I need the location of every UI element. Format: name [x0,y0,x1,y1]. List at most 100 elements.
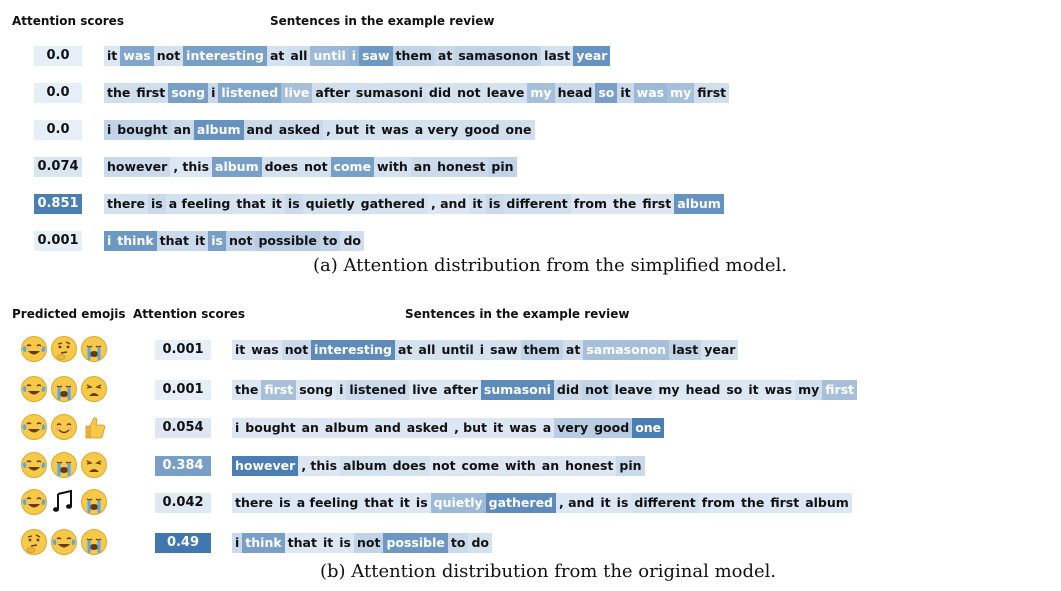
word-token: it [469,194,486,214]
panel-a-caption: (a) Attention distribution from the simp… [313,255,788,276]
word-token: an [410,157,435,177]
word-token: not [429,456,459,476]
word-token: that [284,533,320,553]
word-token: it [490,418,507,438]
sentence-row: it was not interesting at all until i saw them at s… [232,340,739,360]
word-token: not [301,157,331,177]
word-token: i [232,533,243,553]
word-token: until [310,46,349,66]
word-token: the [232,380,262,400]
attention-score: 0.0 [34,46,82,66]
word-token: is [148,194,166,214]
word-token: to [447,533,469,553]
sentence-row: the first song i listened live after sumasoni di… [104,83,730,103]
attention-score: 0.001 [34,231,82,251]
word-token: did [425,83,455,103]
word-token: leave [483,83,528,103]
loudly-crying-face-icon [80,335,108,363]
word-token: at [434,46,456,66]
word-token: one [632,418,665,438]
face-with-tears-of-joy-icon [20,335,48,363]
face-with-tears-of-joy-icon [20,413,48,441]
word-token: i [104,231,115,251]
word-token: it [268,194,285,214]
word-token: was [120,46,154,66]
word-token: think [242,533,285,553]
word-token: that [361,493,397,513]
word-token: it [597,493,614,513]
word-token: is [412,493,431,513]
word-token: and [243,120,276,140]
word-token: , but [323,120,363,140]
word-token: album [802,493,852,513]
panel-b-scores-header: Attention scores [133,307,245,321]
word-token: not [353,533,384,553]
word-token: bought [242,418,299,438]
panel-b-emojis-header: Predicted emojis [12,307,126,321]
predicted-emojis [20,335,108,365]
word-token: was [633,83,668,103]
loudly-crying-face-icon [80,488,108,516]
word-token: first [261,380,297,400]
face-with-tears-of-joy-icon [20,375,48,403]
word-token: with [502,456,539,476]
word-token: my [527,83,555,103]
word-token: was [506,418,540,438]
word-token: i [348,46,360,66]
word-token: one [502,120,535,140]
word-token: a feeling [293,493,362,513]
word-token: the [104,83,134,103]
word-token: at [395,340,416,360]
word-token: is [613,493,632,513]
word-token: however [232,456,299,476]
attention-score: 0.054 [155,418,211,438]
predicted-emojis [20,488,108,518]
weary-face-icon [80,451,108,479]
word-token: year [701,340,739,360]
word-token: interesting [311,340,395,360]
word-token: a very [411,120,462,140]
word-token: leave [611,380,656,400]
attention-score: 0.001 [155,340,211,360]
word-token: listened [218,83,282,103]
word-token: bought [114,120,171,140]
word-token: that [156,231,192,251]
attention-score: 0.074 [34,157,82,177]
sentence-row: however, this album does not come with an hones… [104,157,517,177]
word-token: song [296,380,337,400]
predicted-emojis [20,375,108,405]
musical-notes-icon [50,488,78,516]
sentence-row: i think that it is not possible to do [232,533,492,553]
word-token: different [631,493,699,513]
word-token: samasonon [455,46,542,66]
word-token: there [104,194,148,214]
smiling-face-icon [50,413,78,441]
word-token: it [319,533,337,553]
word-token: so [723,380,746,400]
word-token: an [298,418,322,438]
word-token: asked [403,418,452,438]
word-token: i [336,380,347,400]
word-token: them [520,340,563,360]
attention-score: 0.0 [34,83,82,103]
word-token: not [454,83,484,103]
word-token: sumasoni [352,83,426,103]
face-with-tears-of-joy-icon [50,528,78,556]
sentence-row: there is a feeling that it is quietly gathered,… [232,493,852,513]
word-token: my [667,83,695,103]
word-token: , and [556,493,598,513]
thinking-face-icon [20,528,48,556]
face-with-tears-of-joy-icon [20,488,48,516]
word-token: album [321,418,372,438]
word-token: not [582,380,612,400]
word-token: it [396,493,413,513]
attention-score: 0.851 [34,194,82,214]
word-token: , but [451,418,491,438]
word-token: was [761,380,796,400]
word-token: was [248,340,282,360]
word-token: quietly [302,194,358,214]
panel-b-sentences-header: Sentences in the example review [405,307,630,321]
word-token: , and [428,194,470,214]
sentence-row: i bought an album and asked, but it was a very go… [104,120,535,140]
word-token: i [208,83,219,103]
